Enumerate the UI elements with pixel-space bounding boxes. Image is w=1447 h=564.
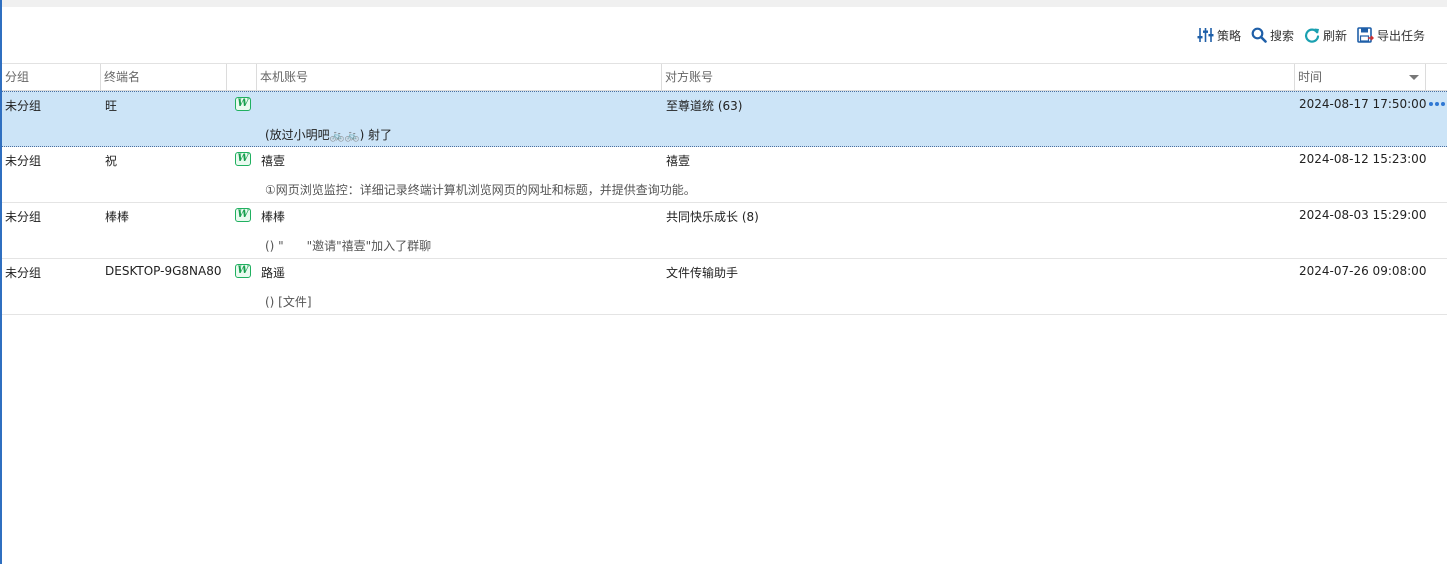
row-time: 2024-08-12 15:23:00 (1299, 152, 1427, 166)
export-save-icon (1357, 26, 1374, 43)
export-task-button[interactable]: 导出任务 (1357, 26, 1425, 44)
table-row[interactable]: 未分组 DESKTOP-9G8NA80 W 路遥 文件传输助手 2024-07-… (2, 259, 1447, 315)
row-time: 2024-08-03 15:29:00 (1299, 208, 1427, 222)
row-peer-account: 至尊道统 (63) (666, 99, 743, 113)
column-header-time[interactable]: 时间 (1295, 64, 1426, 91)
search-label: 搜索 (1269, 28, 1294, 43)
row-message: () " "邀请"禧壹"加入了群聊 (265, 239, 432, 253)
export-task-label: 导出任务 (1376, 28, 1425, 43)
toolbar: 策略 搜索 刷新 导出任务 (1197, 24, 1425, 46)
row-peer-account: 禧壹 (666, 154, 691, 168)
row-group: 未分组 (5, 154, 42, 168)
refresh-label: 刷新 (1322, 28, 1347, 43)
column-header-group[interactable]: 分组 (2, 64, 101, 91)
row-group: 未分组 (5, 99, 42, 113)
row-time: 2024-07-26 09:08:00 (1299, 264, 1427, 278)
row-terminal: 旺 (105, 99, 118, 113)
wechat-work-icon: W (235, 152, 251, 166)
wechat-work-icon: W (235, 208, 251, 222)
table-row[interactable]: 未分组 旺 W 至尊道统 (63) 2024-08-17 17:50:00 (放… (2, 91, 1447, 147)
wechat-work-icon: W (235, 97, 251, 111)
row-peer-account: 文件传输助手 (666, 266, 739, 280)
column-header-terminal[interactable]: 终端名 (101, 64, 227, 91)
row-message: (放过小明吧🚲🚲) 射了 (265, 128, 393, 142)
row-local-account: 棒棒 (261, 210, 286, 224)
row-time: 2024-08-17 17:50:00 (1299, 97, 1427, 111)
refresh-button[interactable]: 刷新 (1304, 27, 1347, 44)
record-list: 未分组 旺 W 至尊道统 (63) 2024-08-17 17:50:00 (放… (2, 91, 1447, 315)
row-terminal: 棒棒 (105, 210, 130, 224)
top-strip (2, 0, 1447, 7)
strategy-label: 策略 (1216, 28, 1241, 43)
column-header-app[interactable] (227, 64, 257, 91)
strategy-button[interactable]: 策略 (1197, 27, 1241, 44)
table-row[interactable]: 未分组 棒棒 W 棒棒 共同快乐成长 (8) 2024-08-03 15:29:… (2, 203, 1447, 259)
row-message: ①网页浏览监控：详细记录终端计算机浏览网页的网址和标题，并提供查询功能。 (265, 183, 696, 197)
row-group: 未分组 (5, 266, 42, 280)
table-header: 分组 终端名 本机账号 对方账号 时间 (2, 63, 1447, 91)
row-message: () [文件] (265, 295, 312, 309)
search-button[interactable]: 搜索 (1251, 27, 1294, 44)
sort-descending-icon[interactable] (1409, 75, 1419, 80)
row-terminal: DESKTOP-9G8NA80 (105, 264, 222, 278)
table-row[interactable]: 未分组 祝 W 禧壹 禧壹 2024-08-12 15:23:00 ①网页浏览监… (2, 147, 1447, 203)
refresh-icon (1304, 28, 1320, 43)
row-group: 未分组 (5, 210, 42, 224)
wechat-work-icon: W (235, 264, 251, 278)
row-peer-account: 共同快乐成长 (8) (666, 210, 759, 224)
more-options-icon[interactable] (1429, 102, 1445, 106)
row-local-account: 禧壹 (261, 154, 286, 168)
column-header-local-account[interactable]: 本机账号 (257, 64, 662, 91)
sliders-icon (1197, 28, 1214, 42)
row-terminal: 祝 (105, 154, 118, 168)
row-local-account: 路遥 (261, 266, 286, 280)
search-icon (1251, 27, 1267, 43)
column-header-peer-account[interactable]: 对方账号 (662, 64, 1295, 91)
